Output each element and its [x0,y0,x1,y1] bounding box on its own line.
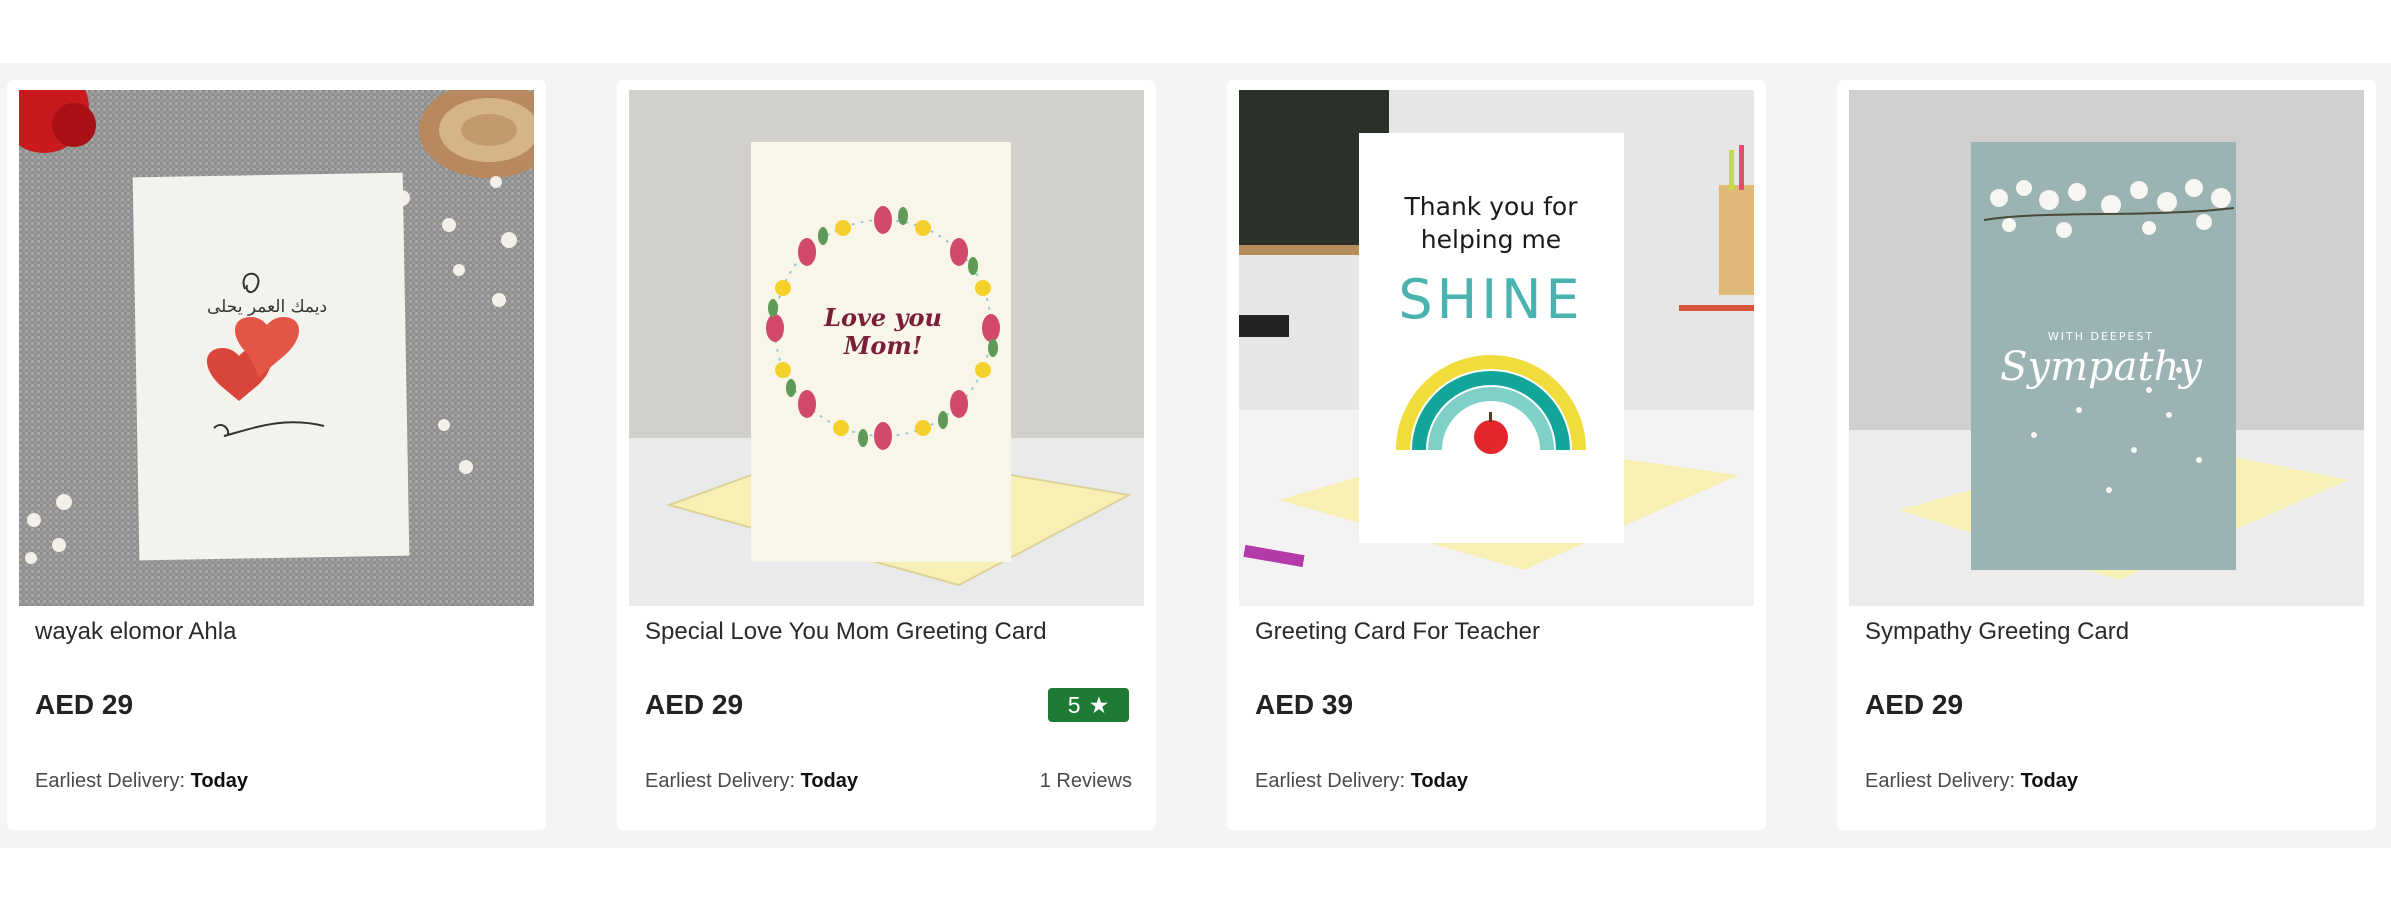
product-image-1[interactable]: ديمك العمر يحلى [19,90,534,606]
delivery-label: Earliest Delivery: [1255,770,1406,792]
card-2-text-line2: Mom! [843,331,923,360]
product-image-3[interactable]: Thank you for helping me SHINE [1239,90,1754,606]
delivery-value: Today [190,770,249,792]
delivery-info: Earliest Delivery: Today [1255,770,1468,793]
delivery-label: Earliest Delivery: [1865,770,2016,792]
card-2-text-line1: Love you [823,303,942,332]
product-price: AED 39 [1255,689,1354,720]
product-price: AED 29 [645,689,744,720]
product-title[interactable]: Special Love You Mom Greeting Card [645,618,1047,646]
delivery-value: Today [1410,770,1469,792]
product-card-1[interactable]: ديمك العمر يحلى wayak elomor Ahla AED 29… [7,80,546,830]
card-3-text-line1: Thank you for [1404,192,1579,221]
delivery-value: Today [2020,770,2079,792]
card-3-text-line3: SHINE [1398,268,1583,331]
rating-badge[interactable]: 5 ★ [1048,688,1129,722]
card-4-text-line1: WITH DEEPEST [2048,330,2154,343]
product-card-3[interactable]: Thank you for helping me SHINE Greeting … [1227,80,1766,830]
delivery-info: Earliest Delivery: Today [35,770,248,793]
delivery-info: Earliest Delivery: Today [645,770,858,793]
reviews-count[interactable]: 1 Reviews [1040,770,1132,793]
delivery-label: Earliest Delivery: [645,770,796,792]
delivery-label: Earliest Delivery: [35,770,186,792]
delivery-value: Today [800,770,859,792]
product-card-2[interactable]: Love you Mom! Special Love You Mom Greet… [617,80,1156,830]
delivery-info: Earliest Delivery: Today [1865,770,2078,793]
rating-value: 5 [1067,691,1081,718]
card-3-text-line2: helping me [1421,225,1561,254]
star-icon: ★ [1088,691,1110,718]
card-1-arabic-text: ديمك العمر يحلى [207,297,327,317]
product-title[interactable]: wayak elomor Ahla [35,618,236,646]
product-title[interactable]: Greeting Card For Teacher [1255,618,1540,646]
product-image-4[interactable]: WITH DEEPEST Sympathy [1849,90,2364,606]
product-price: AED 29 [35,689,134,720]
product-image-2[interactable]: Love you Mom! [629,90,1144,606]
product-price: AED 29 [1865,689,1964,720]
card-4-text-line2: Sympathy [2000,344,2203,390]
product-title[interactable]: Sympathy Greeting Card [1865,618,2129,646]
product-card-4[interactable]: WITH DEEPEST Sympathy Sympathy Greeting … [1837,80,2376,830]
